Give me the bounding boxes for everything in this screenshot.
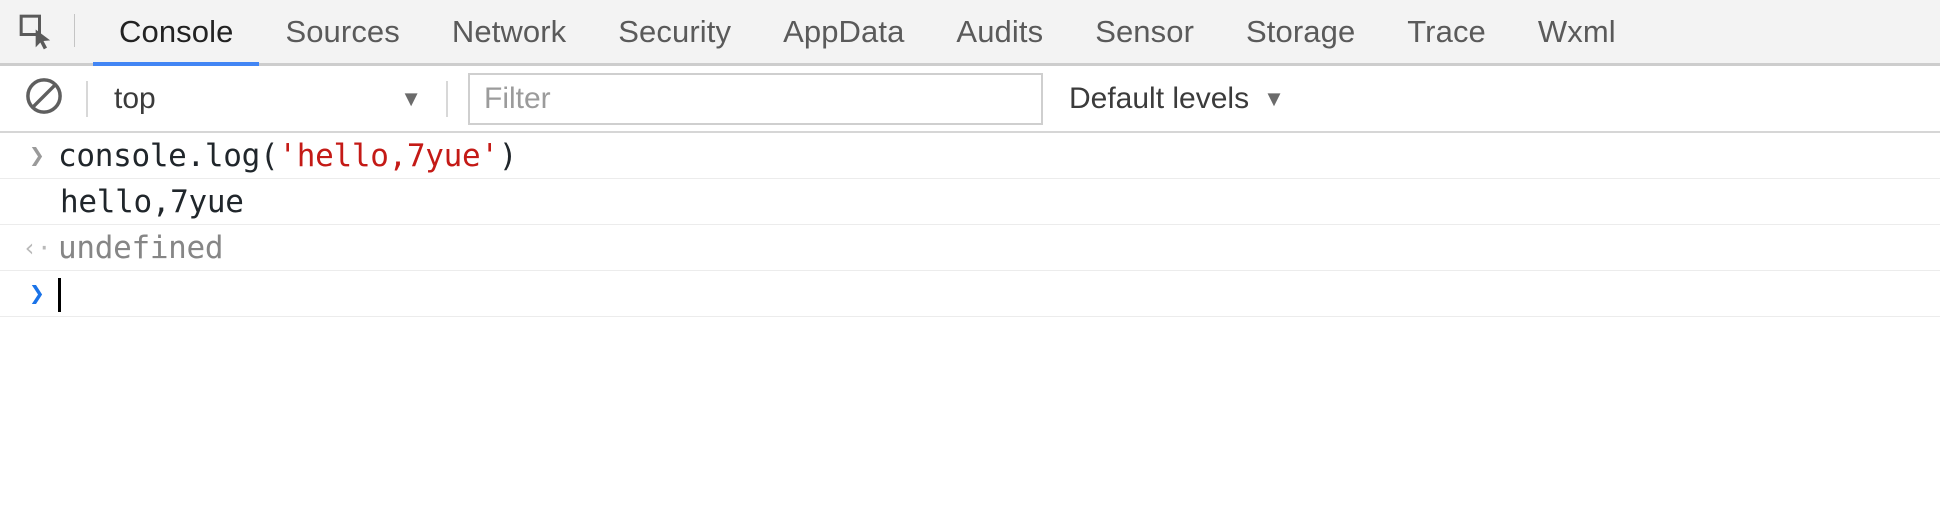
tab-sensor[interactable]: Sensor: [1069, 0, 1220, 63]
code-segment-plain-close: ): [498, 137, 518, 174]
devtools-window: Console Sources Network Security AppData…: [0, 0, 1940, 510]
console-return-value: undefined: [58, 229, 224, 266]
tab-label: Security: [618, 13, 732, 49]
tab-network[interactable]: Network: [426, 0, 592, 63]
tab-storage[interactable]: Storage: [1220, 0, 1381, 63]
filter-input[interactable]: [484, 81, 1027, 116]
tab-label: Storage: [1246, 13, 1356, 49]
inspect-element-icon: [17, 12, 57, 52]
tab-label: AppData: [783, 13, 905, 49]
prompt-arrow-icon: ❯: [29, 278, 45, 309]
clear-console-button[interactable]: [16, 71, 72, 127]
tab-wxml[interactable]: Wxml: [1512, 0, 1642, 63]
devtools-tabbar: Console Sources Network Security AppData…: [0, 0, 1940, 66]
console-row-input[interactable]: ❯ console.log('hello,7yue'): [0, 133, 1940, 179]
clear-console-icon: [23, 75, 65, 122]
console-row-return: ‹· undefined: [0, 225, 1940, 271]
code-segment-string: 'hello,7yue': [278, 137, 499, 174]
tab-sources[interactable]: Sources: [259, 0, 425, 63]
text-cursor: [58, 277, 61, 312]
console-message-list: ❯ console.log('hello,7yue') hello,7yue ‹…: [0, 133, 1940, 477]
console-row-prompt[interactable]: ❯: [0, 271, 1940, 317]
return-arrow-icon: ‹·: [22, 233, 52, 262]
tab-label: Console: [119, 13, 234, 49]
console-input-code: console.log('hello,7yue'): [58, 138, 517, 174]
console-prompt-input[interactable]: [58, 275, 61, 312]
tab-trace[interactable]: Trace: [1381, 0, 1512, 63]
console-row-output: hello,7yue: [0, 179, 1940, 225]
toolbar-divider-2: [446, 80, 448, 117]
chevron-down-icon: ▼: [1263, 85, 1285, 111]
console-empty-space: [0, 317, 1940, 477]
tab-label: Audits: [956, 13, 1044, 49]
code-segment-plain: console.log(: [58, 137, 279, 174]
execution-context-select[interactable]: top ▼: [102, 75, 432, 123]
tab-label: Sensor: [1095, 13, 1195, 49]
console-toolbar: top ▼ Default levels ▼: [0, 66, 1940, 133]
log-levels-label: Default levels: [1069, 81, 1250, 115]
tab-label: Network: [451, 13, 567, 49]
execution-context-value: top: [114, 81, 156, 115]
console-output-text: hello,7yue: [60, 183, 244, 220]
tab-label: Sources: [285, 13, 400, 49]
tab-list: Console Sources Network Security AppData…: [75, 0, 1642, 66]
log-levels-select[interactable]: Default levels ▼: [1069, 82, 1285, 116]
tab-label: Wxml: [1537, 13, 1616, 49]
tab-appdata[interactable]: AppData: [757, 0, 930, 63]
input-arrow-icon: ❯: [29, 140, 45, 171]
inspect-element-button[interactable]: [0, 0, 74, 63]
tab-console[interactable]: Console: [93, 0, 260, 66]
filter-input-wrapper[interactable]: [468, 72, 1043, 125]
tab-security[interactable]: Security: [592, 0, 757, 63]
chevron-down-icon: ▼: [400, 85, 422, 111]
tab-audits[interactable]: Audits: [930, 0, 1069, 63]
toolbar-divider-1: [86, 80, 88, 117]
tab-label: Trace: [1407, 13, 1486, 49]
